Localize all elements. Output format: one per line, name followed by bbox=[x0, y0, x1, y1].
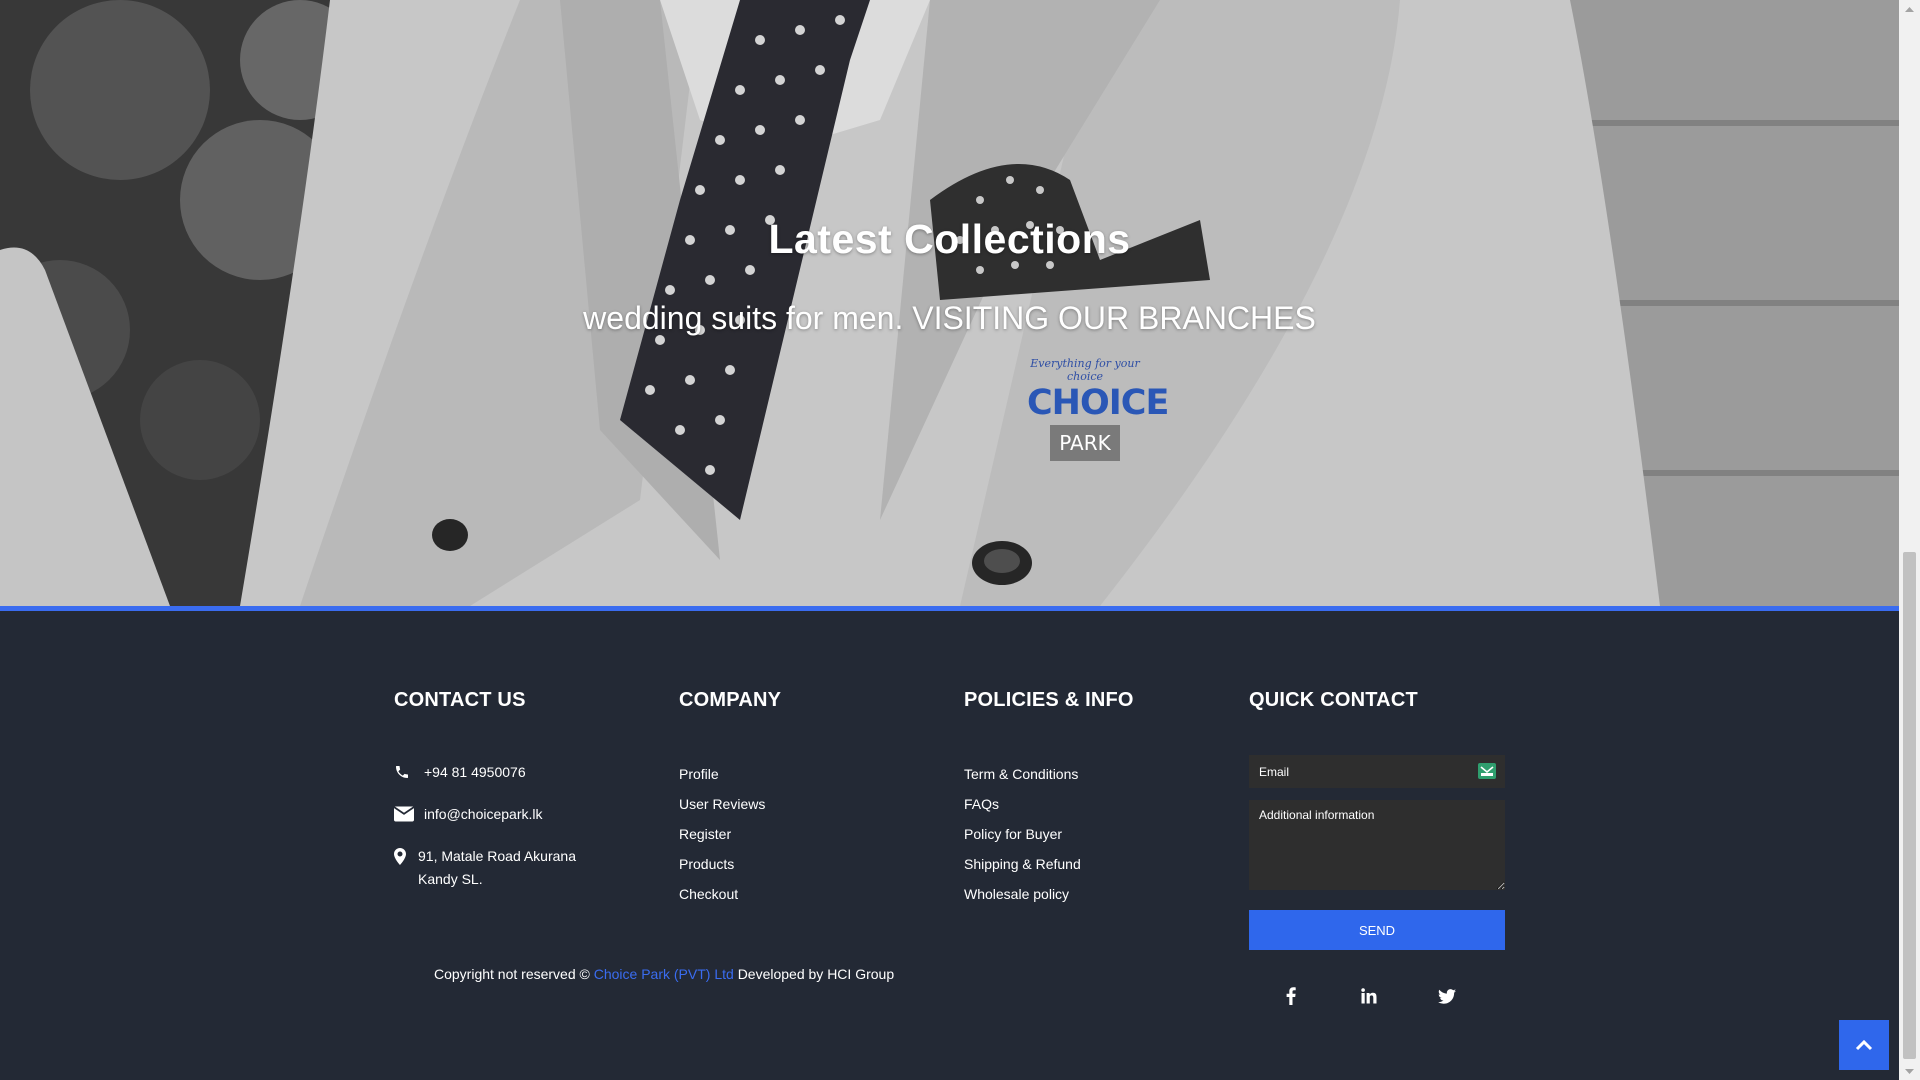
policy-link-faqs[interactable]: FAQs bbox=[964, 789, 1081, 819]
company-link-profile[interactable]: Profile bbox=[679, 759, 765, 789]
copyright-notice: Copyright not reserved © Choice Park (PV… bbox=[434, 966, 894, 982]
email-field[interactable] bbox=[1249, 755, 1505, 788]
email-autofill-icon[interactable] bbox=[1477, 762, 1497, 780]
page-scrollbar[interactable] bbox=[1899, 0, 1920, 1080]
copyright-brand-link[interactable]: Choice Park (PVT) Ltd bbox=[594, 966, 734, 982]
policies-heading: POLICIES & INFO bbox=[964, 689, 1134, 711]
map-pin-icon bbox=[394, 848, 408, 868]
copyright-suffix: Developed by HCI Group bbox=[737, 966, 895, 982]
send-button[interactable]: SEND bbox=[1249, 910, 1505, 950]
chevron-up-icon bbox=[1855, 1039, 1873, 1051]
quick-contact-heading: QUICK CONTACT bbox=[1249, 689, 1418, 711]
contact-us-heading: CONTACT US bbox=[394, 689, 526, 711]
linkedin-icon[interactable] bbox=[1354, 981, 1384, 1011]
policy-link-buyer[interactable]: Policy for Buyer bbox=[964, 819, 1081, 849]
scroll-to-top-button[interactable] bbox=[1839, 1020, 1889, 1070]
contact-us-column: CONTACT US +94 81 4950076 info@choicepar… bbox=[394, 689, 634, 887]
address-line-2: Kandy SL. bbox=[418, 871, 483, 887]
company-heading: COMPANY bbox=[679, 689, 782, 711]
email-address[interactable]: info@choicepark.lk bbox=[424, 803, 543, 826]
company-link-products[interactable]: Products bbox=[679, 849, 765, 879]
site-footer: CONTACT US +94 81 4950076 info@choicepar… bbox=[0, 611, 1899, 1080]
scrollbar-thumb[interactable] bbox=[1903, 552, 1916, 1059]
address-text: 91, Matale Road Akurana Kandy SL. bbox=[418, 845, 576, 891]
logo-tagline: Everything for your choice bbox=[1030, 357, 1140, 383]
company-link-checkout[interactable]: Checkout bbox=[679, 879, 765, 909]
facebook-icon[interactable] bbox=[1276, 981, 1306, 1011]
contact-phone: +94 81 4950076 bbox=[394, 761, 526, 784]
policy-link-shipping-refund[interactable]: Shipping & Refund bbox=[964, 849, 1081, 879]
envelope-icon bbox=[394, 806, 414, 826]
logo-brand-top: CHOICE bbox=[1027, 383, 1169, 423]
address-line-1: 91, Matale Road Akurana bbox=[418, 848, 576, 864]
company-column: COMPANY Profile User Reviews Register Pr… bbox=[679, 689, 919, 902]
company-link-register[interactable]: Register bbox=[679, 819, 765, 849]
company-link-user-reviews[interactable]: User Reviews bbox=[679, 789, 765, 819]
contact-email: info@choicepark.lk bbox=[394, 803, 543, 826]
contact-address: 91, Matale Road Akurana Kandy SL. bbox=[394, 845, 576, 891]
phone-icon bbox=[394, 764, 414, 784]
hero-banner: Latest Collections wedding suits for men… bbox=[0, 0, 1899, 606]
scroll-up-arrow-icon[interactable] bbox=[1899, 0, 1920, 17]
hero-title: Latest Collections bbox=[768, 216, 1131, 262]
additional-info-field[interactable] bbox=[1249, 800, 1505, 890]
policies-column: POLICIES & INFO Term & Conditions FAQs P… bbox=[964, 689, 1224, 902]
phone-number[interactable]: +94 81 4950076 bbox=[424, 761, 526, 784]
quick-contact-column: QUICK CONTACT SEND bbox=[1249, 689, 1505, 1005]
policy-link-terms[interactable]: Term & Conditions bbox=[964, 759, 1081, 789]
hero-subtitle: wedding suits for men. VISITING OUR BRAN… bbox=[583, 300, 1316, 336]
copyright-prefix: Copyright not reserved © bbox=[434, 966, 590, 982]
logo-brand-bottom: PARK bbox=[1050, 425, 1120, 461]
scroll-down-arrow-icon[interactable] bbox=[1899, 1063, 1920, 1080]
choice-park-logo: Everything for your choice CHOICE PARK bbox=[1020, 355, 1169, 465]
policies-links: Term & Conditions FAQs Policy for Buyer … bbox=[964, 759, 1081, 909]
page-viewport: Latest Collections wedding suits for men… bbox=[0, 0, 1899, 1080]
company-links: Profile User Reviews Register Products C… bbox=[679, 759, 765, 909]
policy-link-wholesale[interactable]: Wholesale policy bbox=[964, 879, 1081, 909]
twitter-icon[interactable] bbox=[1432, 981, 1462, 1011]
social-links bbox=[1249, 981, 1505, 1011]
